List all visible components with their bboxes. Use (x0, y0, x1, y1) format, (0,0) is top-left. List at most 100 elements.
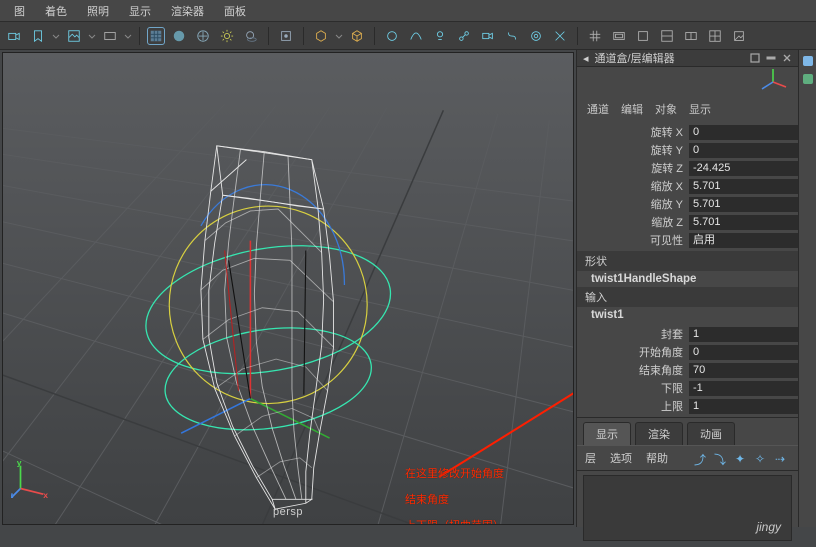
attr-label[interactable]: 缩放 Y (577, 196, 689, 212)
attr-value[interactable]: 0 (689, 345, 798, 360)
film-gate-icon[interactable] (609, 26, 629, 46)
input-name[interactable]: twist1 (577, 307, 798, 323)
channel-box-panel: ◂ 通道盒/层编辑器 通道 编辑 对象 显示 旋转 X0 旋转 Y0 旋转 Z-… (576, 50, 798, 527)
menu-renderer[interactable]: 渲染器 (161, 3, 214, 19)
panel-collapse-icon[interactable]: ◂ (583, 52, 589, 65)
layer-new-icon[interactable]: ✦ (733, 452, 747, 466)
dropdown-icon[interactable] (124, 32, 132, 40)
attr-value[interactable]: -24.425 (689, 161, 798, 176)
layer-tab-anim[interactable]: 动画 (687, 422, 735, 445)
attr-value[interactable]: 5.701 (689, 179, 798, 194)
render-icon[interactable] (64, 26, 84, 46)
viewport-label: persp (273, 506, 303, 518)
shade-flat-icon[interactable] (193, 26, 213, 46)
show-poly-icon[interactable] (382, 26, 402, 46)
shade-smooth-icon[interactable] (169, 26, 189, 46)
attr-label[interactable]: 开始角度 (577, 344, 689, 360)
attr-label[interactable]: 旋转 Z (577, 160, 689, 176)
panel-menu-icon[interactable] (766, 53, 776, 63)
show-cam-icon[interactable] (478, 26, 498, 46)
attr-value[interactable]: 0 (689, 143, 798, 158)
dock-tab-icon[interactable] (803, 56, 813, 66)
panel-dock-icon[interactable] (750, 53, 760, 63)
attr-value[interactable]: -1 (689, 381, 798, 396)
layer-moveup-icon[interactable]: ⤴ (693, 452, 707, 466)
channel-tabs: 通道 编辑 对象 显示 (577, 97, 798, 121)
shape-name[interactable]: twist1HandleShape (577, 271, 798, 287)
reso-gate-icon[interactable] (633, 26, 653, 46)
attr-label[interactable]: 缩放 Z (577, 214, 689, 230)
xray-icon[interactable] (311, 26, 331, 46)
viewport-scene (3, 53, 573, 524)
tab-channels[interactable]: 通道 (587, 101, 609, 117)
layer-movedown-icon[interactable]: ⤵ (713, 452, 727, 466)
tab-object[interactable]: 对象 (655, 101, 677, 117)
grid-toggle-icon[interactable] (585, 26, 605, 46)
attr-label[interactable]: 结束角度 (577, 362, 689, 378)
layer-menu-help[interactable]: 帮助 (646, 450, 668, 466)
menu-panels[interactable]: 面板 (214, 3, 256, 19)
attr-label[interactable]: 缩放 X (577, 178, 689, 194)
menu-display[interactable]: 显示 (119, 3, 161, 19)
axis-gizmo: y x z (11, 460, 49, 498)
dock-tab-icon[interactable] (803, 74, 813, 84)
attr-value[interactable]: 5.701 (689, 197, 798, 212)
layer-list[interactable]: ⤴ ⤵ ✦ ✧ ⇢ jingy (583, 475, 792, 541)
twist-attrs: 封套1 开始角度0 结束角度70 下限-1 上限1 (577, 323, 798, 417)
show-joint-icon[interactable] (454, 26, 474, 46)
attr-value[interactable]: 70 (689, 363, 798, 378)
tab-edit[interactable]: 编辑 (621, 101, 643, 117)
select-camera-icon[interactable] (4, 26, 24, 46)
dropdown-icon[interactable] (88, 32, 96, 40)
watermark: jingy (756, 520, 781, 534)
show-deform-icon[interactable] (502, 26, 522, 46)
show-misc-icon[interactable] (550, 26, 570, 46)
layer-menu-options[interactable]: 选项 (610, 450, 632, 466)
bookmark-icon[interactable] (28, 26, 48, 46)
attr-label[interactable]: 旋转 X (577, 124, 689, 140)
view-menubar: 图 着色 照明 显示 渲染器 面板 (0, 0, 816, 22)
layer-tab-render[interactable]: 渲染 (635, 422, 683, 445)
attr-value[interactable]: 1 (689, 327, 798, 342)
attr-label[interactable]: 下限 (577, 380, 689, 396)
attr-label[interactable]: 封套 (577, 326, 689, 342)
panel-title: 通道盒/层编辑器 (595, 50, 675, 66)
cube-icon[interactable] (347, 26, 367, 46)
svg-text:y: y (17, 460, 22, 468)
menu-shading[interactable]: 着色 (35, 3, 77, 19)
wireonshade-icon[interactable] (705, 26, 725, 46)
attr-value[interactable]: 1 (689, 399, 798, 414)
3d-viewport[interactable]: 在这里修改开始角度 结束角度 上下限（扭曲范围） y x z persp (2, 52, 574, 525)
dropdown-icon[interactable] (52, 32, 60, 40)
attr-label[interactable]: 可见性 (577, 232, 689, 248)
safe-icon[interactable] (681, 26, 701, 46)
layer-assign-icon[interactable]: ⇢ (773, 452, 787, 466)
menu-lighting[interactable]: 照明 (77, 3, 119, 19)
attr-label[interactable]: 旋转 Y (577, 142, 689, 158)
show-dyn-icon[interactable] (526, 26, 546, 46)
panel-close-icon[interactable] (782, 53, 792, 63)
show-light-icon[interactable] (430, 26, 450, 46)
shadow-icon[interactable] (241, 26, 261, 46)
layer-tab-display[interactable]: 显示 (583, 422, 631, 445)
shade-wire-icon[interactable] (147, 27, 165, 45)
attr-label[interactable]: 上限 (577, 398, 689, 414)
light-icon[interactable] (217, 26, 237, 46)
isolate-icon[interactable] (276, 26, 296, 46)
gate-icon[interactable] (100, 26, 120, 46)
texture-icon[interactable] (729, 26, 749, 46)
tab-display[interactable]: 显示 (689, 101, 711, 117)
layer-newempty-icon[interactable]: ✧ (753, 452, 767, 466)
gate-mask-icon[interactable] (657, 26, 677, 46)
show-nurbs-icon[interactable] (406, 26, 426, 46)
layer-action-icons: ⤴ ⤵ ✦ ✧ ⇢ (693, 452, 787, 466)
attr-value[interactable]: 0 (689, 125, 798, 140)
attr-value[interactable]: 启用 (689, 233, 798, 248)
view-toolbar (0, 22, 816, 50)
orientation-gizmo-icon[interactable] (758, 67, 788, 97)
menu-view[interactable]: 图 (4, 3, 35, 19)
attr-value[interactable]: 5.701 (689, 215, 798, 230)
dropdown-icon[interactable] (335, 32, 343, 40)
transform-attrs: 旋转 X0 旋转 Y0 旋转 Z-24.425 缩放 X5.701 缩放 Y5.… (577, 121, 798, 251)
layer-menu-layers[interactable]: 层 (585, 450, 596, 466)
